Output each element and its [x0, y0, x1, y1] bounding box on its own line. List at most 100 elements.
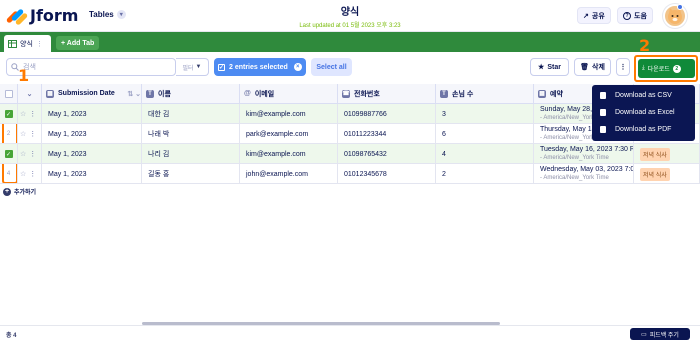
star-icon[interactable]: ☆	[20, 170, 26, 178]
email-cell[interactable]: john@example.com	[240, 164, 338, 184]
clear-selection-icon[interactable]: ×	[293, 63, 302, 71]
select-all-button[interactable]: Select all	[311, 58, 352, 76]
feedback-button[interactable]: ▭ 피드백 주기	[630, 328, 690, 340]
row-select-cell[interactable]: 2	[0, 124, 18, 144]
delete-label: 삭제	[592, 64, 605, 71]
name-cell[interactable]: 나리 김	[142, 144, 240, 164]
status-bar: 총 4 ▭ 피드백 주기	[0, 325, 700, 340]
row-select-cell[interactable]: ✓	[0, 144, 18, 164]
name-cell[interactable]: 나래 박	[142, 124, 240, 144]
menu-item-label: Download as Excel	[615, 109, 675, 116]
check-icon: ✓	[218, 63, 225, 71]
column-label: 전화번호	[354, 90, 380, 98]
name-cell[interactable]: 대한 김	[142, 104, 240, 124]
star-icon[interactable]: ☆	[20, 110, 26, 118]
star-icon[interactable]: ☆	[20, 130, 26, 138]
download-dropdown-menu: Download as CSV Download as Excel Downlo…	[592, 85, 695, 141]
reservation-timezone: - America/New_York Time	[540, 155, 609, 161]
star-icon[interactable]: ☆	[20, 150, 26, 158]
filter-button[interactable]: 필터 ▼	[176, 58, 209, 76]
star-button[interactable]: ★ Star	[530, 58, 569, 76]
download-pdf-item[interactable]: Download as PDF	[592, 122, 695, 137]
email-cell[interactable]: kim@example.com	[240, 144, 338, 164]
reservation-timezone: - America/New_York Time	[540, 175, 609, 181]
table-row[interactable]: 4 ☆ ⋮ May 1, 2023 길동 홍 john@example.com 010123…	[0, 164, 700, 184]
guests-cell[interactable]: 2	[436, 164, 534, 184]
name-cell[interactable]: 길동 홍	[142, 164, 240, 184]
share-button[interactable]: ↗ 공유	[577, 7, 611, 24]
more-options-button[interactable]: ⋮	[616, 58, 630, 76]
extra-cell[interactable]: 저녁 식사	[634, 164, 700, 184]
column-label: 예약	[550, 90, 563, 98]
tab-label: 양식	[20, 40, 33, 48]
download-highlight-box	[634, 55, 698, 82]
submission-date-cell[interactable]: May 1, 2023	[42, 164, 142, 184]
feedback-icon: ▭	[641, 331, 647, 338]
column-header-email[interactable]: @ 이메일	[240, 84, 338, 104]
row-select-cell[interactable]: 4	[0, 164, 18, 184]
submission-date-cell[interactable]: May 1, 2023	[42, 104, 142, 124]
guests-cell[interactable]: 4	[436, 144, 534, 164]
guests-cell[interactable]: 6	[436, 124, 534, 144]
chevron-down-icon: ⌄	[26, 90, 33, 98]
row-checkbox[interactable]: ✓	[4, 150, 13, 158]
help-icon: ?	[623, 11, 631, 20]
row-options-header[interactable]: ⌄	[18, 84, 42, 104]
guests-cell[interactable]: 3	[436, 104, 534, 124]
row-checkbox[interactable]: ✓	[4, 110, 13, 118]
select-all-checkbox[interactable]	[4, 89, 13, 98]
download-csv-item[interactable]: Download as CSV	[592, 88, 695, 103]
column-header-phone[interactable]: ☎ 전화번호	[338, 84, 436, 104]
share-label: 공유	[591, 12, 605, 20]
row-more-icon[interactable]: ⋮	[29, 130, 36, 138]
meal-tag: 저녁 식사	[640, 147, 670, 161]
selected-entries-chip[interactable]: ✓ 2 entries selected ×	[214, 58, 306, 76]
star-label: Star	[547, 63, 561, 71]
column-header-name[interactable]: T 이름	[142, 84, 240, 104]
top-bar: Jform Tables ▾ 양식 Last updated at 01 5월 …	[0, 0, 700, 32]
submission-date-cell[interactable]: May 1, 2023	[42, 144, 142, 164]
reservation-date: Tuesday, May 16, 2023 7:30 PM	[540, 146, 634, 153]
tab-more-icon[interactable]: ⋮	[36, 40, 43, 48]
delete-button[interactable]: 🗑 삭제	[574, 58, 611, 76]
add-row-button[interactable]: + 추가하기	[3, 187, 36, 196]
phone-cell[interactable]: 01099887766	[338, 104, 436, 124]
column-header-guests[interactable]: T 손님 수	[436, 84, 534, 104]
column-label: Submission Date	[58, 90, 115, 97]
row-checkbox[interactable]: 4	[5, 170, 13, 178]
tab-form[interactable]: 양식 ⋮	[4, 35, 51, 52]
table-icon	[8, 39, 17, 48]
search-input[interactable]: 검색	[6, 58, 176, 76]
add-tab-button[interactable]: + Add Tab	[56, 36, 100, 50]
row-checkbox[interactable]: 2	[5, 130, 13, 138]
select-all-checkbox-header[interactable]	[0, 84, 18, 104]
submission-date-cell[interactable]: May 1, 2023	[42, 124, 142, 144]
share-icon: ↗	[583, 12, 589, 20]
phone-cell[interactable]: 01012345678	[338, 164, 436, 184]
phone-cell[interactable]: 01011223344	[338, 124, 436, 144]
column-header-submission-date[interactable]: ▦ Submission Date ⇅ ⌄	[42, 84, 142, 104]
phone-icon: ☎	[342, 89, 350, 98]
help-button[interactable]: ? 도움	[617, 7, 653, 24]
row-more-icon[interactable]: ⋮	[29, 170, 36, 178]
email-cell[interactable]: kim@example.com	[240, 104, 338, 124]
reservation-cell[interactable]: Tuesday, May 16, 2023 7:30 PM - America/N…	[534, 144, 634, 164]
row-select-cell[interactable]: ✓	[0, 104, 18, 124]
email-cell[interactable]: park@example.com	[240, 124, 338, 144]
toolbar: 검색 필터 ▼ ✓ 2 entries selected × Select al…	[0, 52, 700, 84]
text-field-icon: T	[440, 89, 448, 98]
avatar[interactable]	[663, 4, 687, 28]
column-label: 손님 수	[452, 90, 474, 98]
total-count: 총 4	[6, 333, 17, 339]
reservation-cell[interactable]: Wednesday, May 03, 2023 7:00 PM - America…	[534, 164, 634, 184]
table-row[interactable]: ✓ ☆ ⋮ May 1, 2023 나리 김 kim@example.com 0109876…	[0, 144, 700, 164]
phone-cell[interactable]: 01098765432	[338, 144, 436, 164]
filter-icon: ▼	[195, 64, 202, 70]
file-icon	[600, 109, 606, 116]
marker-one: 1	[18, 66, 30, 85]
download-excel-item[interactable]: Download as Excel	[592, 105, 695, 120]
extra-cell[interactable]: 저녁 식사	[634, 144, 700, 164]
row-more-icon[interactable]: ⋮	[29, 150, 36, 158]
text-field-icon: T	[146, 89, 154, 98]
row-more-icon[interactable]: ⋮	[29, 110, 36, 118]
